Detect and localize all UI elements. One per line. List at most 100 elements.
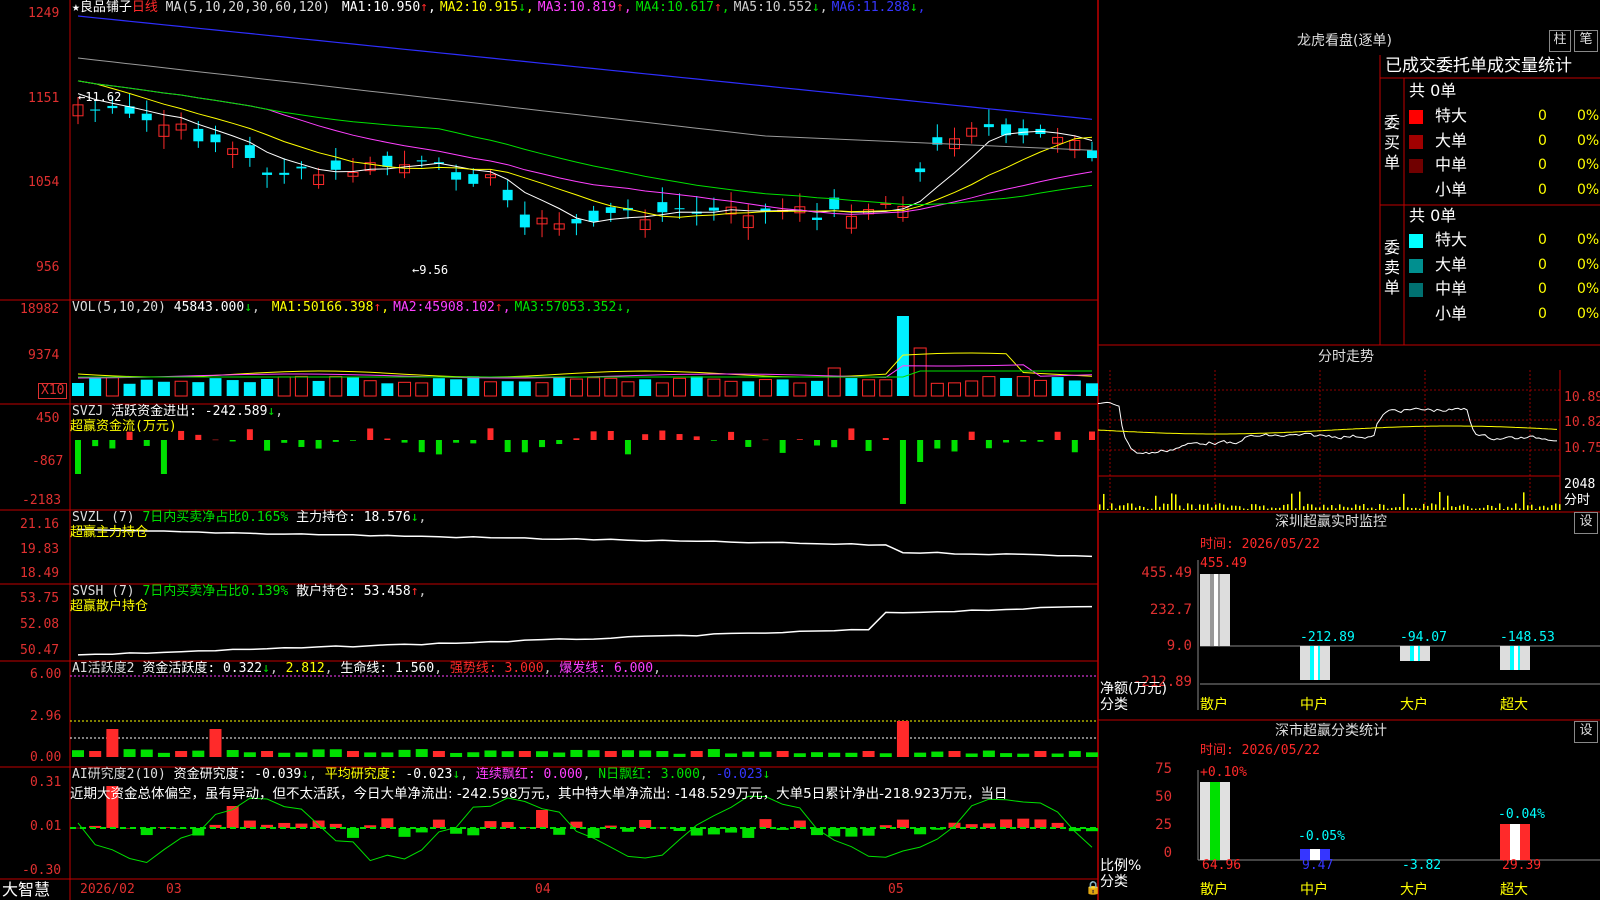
volume-bar-up — [793, 382, 807, 397]
flow-bar — [899, 440, 906, 504]
volume-bar-down — [89, 378, 102, 396]
flow-bar — [934, 440, 941, 449]
activity-bar — [329, 749, 342, 757]
research-bar — [862, 828, 875, 836]
activity-bar — [570, 749, 583, 757]
intraday-volume-bar — [1127, 503, 1129, 510]
tick-view-button[interactable]: 笔 — [1574, 30, 1598, 52]
ai1-v3: 1.560 — [395, 661, 435, 676]
flow-bar — [332, 440, 339, 442]
period-label[interactable]: 日线 — [132, 0, 158, 15]
classify-value: -3.82 — [1402, 858, 1442, 873]
intraday-volume-bar — [1231, 505, 1233, 510]
activity-bar — [518, 751, 531, 757]
candle-down — [279, 172, 290, 175]
volume-bar-down — [501, 381, 514, 396]
sell-row-count: 0 — [1538, 232, 1547, 248]
ai2-arrow-3: ↓ — [762, 767, 771, 782]
intraday-volume-bar — [1407, 507, 1409, 510]
sell-row-percent: 0% — [1577, 305, 1600, 322]
svsh-value: 53.458 — [363, 584, 411, 599]
flow-bar — [264, 440, 271, 451]
sell-row-name: 大单 — [1435, 254, 1468, 274]
sell-row-count: 0 — [1538, 305, 1547, 322]
vol-axis-1: 18982 — [20, 302, 60, 317]
classify-category: 中户 — [1300, 882, 1328, 898]
intraday-volume-bar — [1179, 505, 1181, 510]
ai2-header: AI研究度2(10) 资金研究度: -0.039↓, 平均研究度: -0.023… — [72, 767, 771, 782]
svzj-sub: 超赢资金流(万元) — [70, 419, 177, 434]
stock-chart-canvas[interactable] — [0, 0, 1600, 900]
flow-bar — [401, 440, 408, 443]
vol-ma-item-3: MA3:57053.352↓, — [514, 300, 632, 315]
intraday-volume-bar — [1475, 508, 1477, 510]
intraday-volume-bar — [1339, 504, 1341, 510]
intraday-volume-bar — [1167, 503, 1169, 510]
intraday-axis-2: 10.82 — [1564, 415, 1600, 430]
intraday-volume-bar — [1335, 508, 1337, 510]
vol-ma-value: 57053.352 — [545, 300, 617, 315]
activity-bar — [845, 752, 858, 757]
ma-arrow: ↓ — [811, 0, 820, 15]
research-bar — [243, 820, 256, 828]
sell-color-swatch — [1409, 258, 1423, 273]
candle-down — [416, 160, 427, 162]
bar-view-button[interactable]: 柱 — [1549, 30, 1571, 52]
candle-down — [1087, 150, 1097, 159]
flow-bar — [298, 440, 305, 447]
intraday-volume-bar — [1315, 507, 1317, 510]
dragon-heading: 已成交委托单成交量统计 — [1385, 56, 1572, 76]
monitor-category: 散户 — [1200, 697, 1228, 713]
svsh-hold: 散户持仓: — [296, 584, 356, 599]
candle-down — [468, 174, 479, 184]
activity-bar — [295, 752, 308, 757]
lock-icon[interactable]: 🔒 — [1085, 881, 1101, 897]
sell-total: 共 0单 — [1409, 206, 1457, 225]
volume-bar-down — [226, 380, 239, 396]
k-axis-3: 1054 — [28, 175, 60, 190]
svsh-header: SVSH (7) 7日内买卖净占比0.139% 散户持仓: 53.458↑, — [72, 584, 427, 599]
ma-value: 11.288 — [862, 0, 910, 15]
intraday-volume-bar — [1323, 504, 1325, 510]
candle-down — [382, 155, 393, 167]
flow-bar — [865, 440, 872, 451]
intraday-volume-bar — [1363, 504, 1365, 510]
activity-bar — [1034, 751, 1047, 757]
vol-ma-values: MA1:50166.398↑, MA2:45908.102↑, MA3:57053.… — [268, 300, 632, 315]
intraday-volume-bar — [1375, 508, 1377, 510]
intraday-volume-bar — [1387, 508, 1389, 510]
intraday-volume-bar — [1135, 507, 1137, 510]
monitor-time: 时间: 2026/05/22 — [1200, 537, 1320, 552]
volume-bar-up — [862, 379, 876, 397]
flow-bar — [1037, 440, 1044, 442]
ai2-avg: 平均研究度: — [324, 767, 398, 782]
ma-item-1: MA1:10.950↑, — [341, 0, 436, 15]
ma-params: MA(5,10,20,30,60,120) — [165, 0, 331, 15]
candle-down — [141, 113, 152, 121]
candle-down — [588, 210, 599, 222]
time-label-2: 03 — [166, 882, 182, 897]
monitor-value: 455.49 — [1200, 556, 1247, 571]
intraday-volume-bar — [1395, 507, 1397, 510]
flow-bar — [315, 440, 322, 449]
activity-bar — [725, 753, 738, 757]
k-panel-header: ★良品铺子日线 MA(5,10,20,30,60,120) MA1:10.950… — [72, 0, 926, 16]
volume-bar-down — [1000, 377, 1013, 396]
volume-bar-down — [896, 316, 909, 396]
volume-bar-down — [811, 380, 824, 396]
activity-bar — [759, 751, 772, 757]
candle-down — [210, 134, 221, 143]
activity-bar — [312, 749, 325, 757]
stock-name[interactable]: ★良品铺子 — [72, 0, 132, 15]
volume-bar-down — [450, 379, 463, 396]
brand-label[interactable]: 大智慧 — [2, 881, 50, 899]
activity-bar — [1051, 753, 1064, 757]
classify-settings-button[interactable]: 设 — [1574, 721, 1598, 743]
svzj-label: SVZJ — [72, 404, 104, 419]
candle-down — [244, 145, 255, 158]
volume-bar-down — [157, 381, 170, 396]
ai2-arrow-2: ↓ — [452, 767, 461, 782]
intraday-price-line — [1097, 401, 1557, 455]
high-mark: ←11.62 — [78, 90, 122, 104]
monitor-settings-button[interactable]: 设 — [1574, 512, 1598, 534]
